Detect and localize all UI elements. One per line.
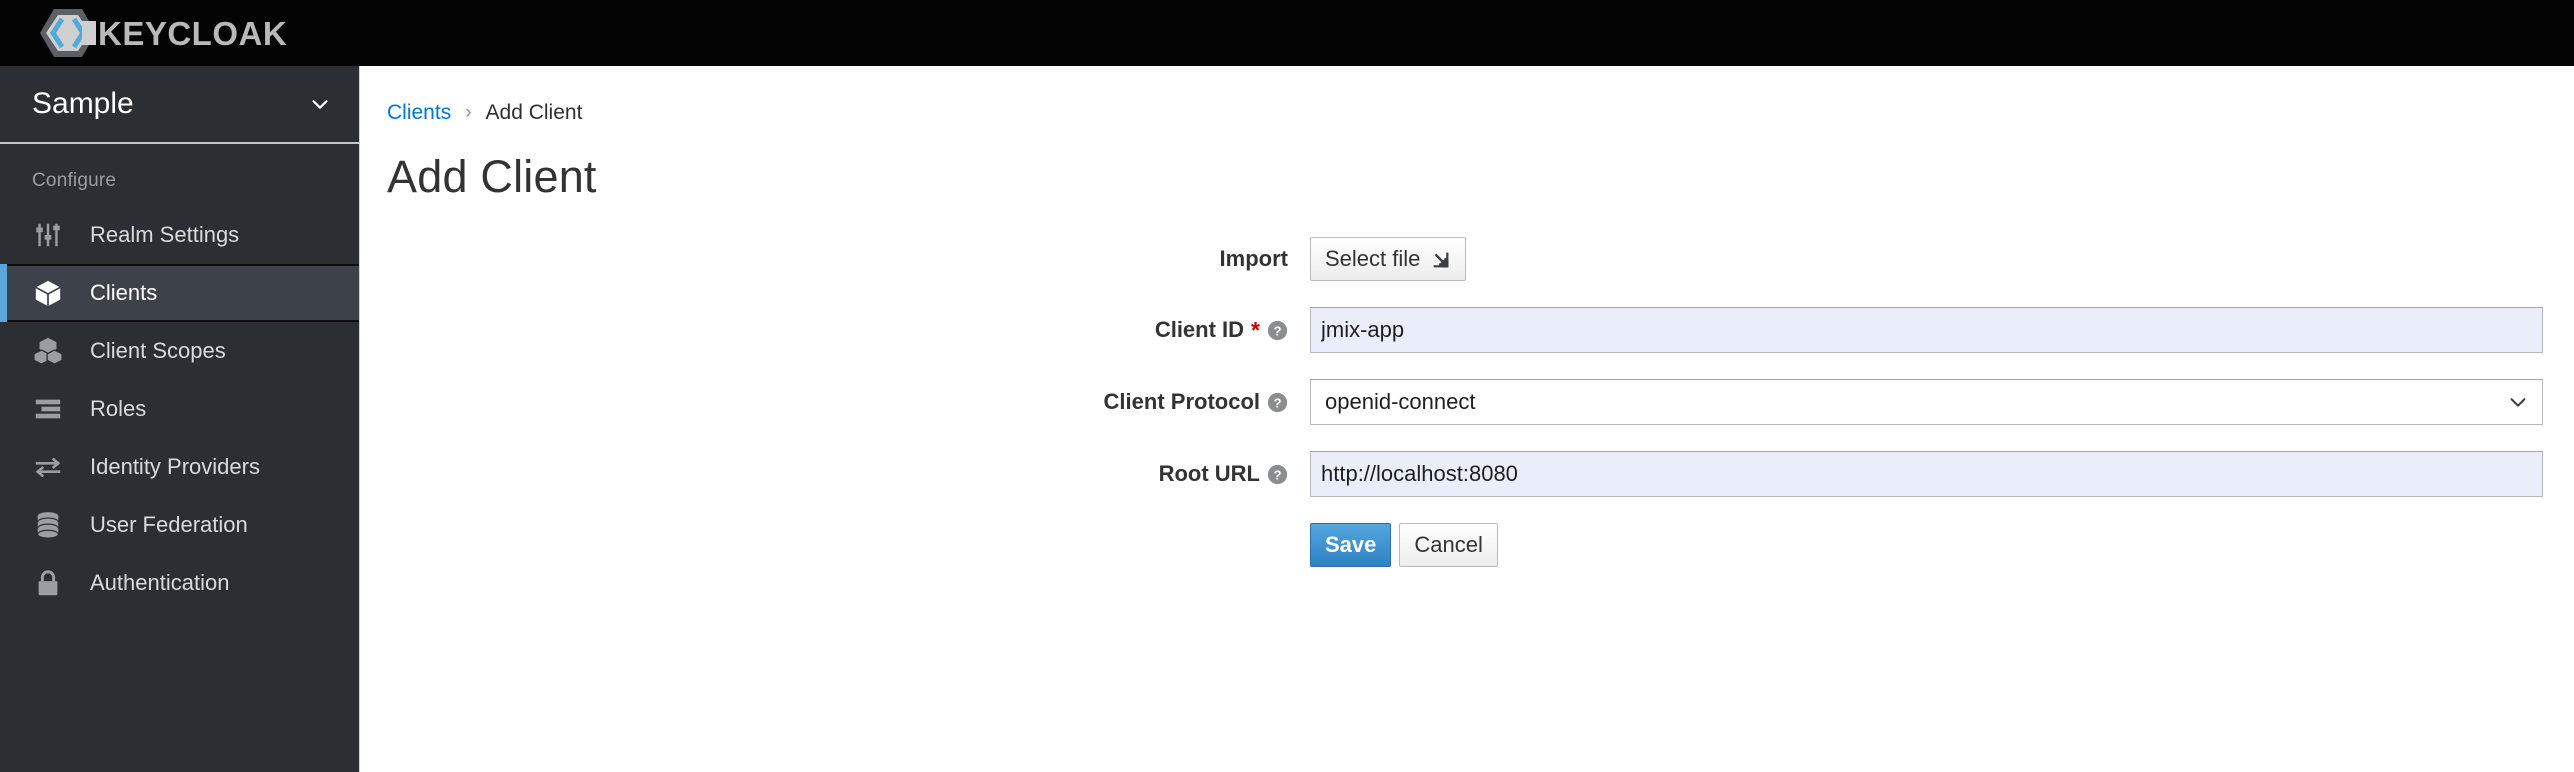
sidebar-item-label: Realm Settings <box>90 222 240 247</box>
help-circle-icon[interactable]: ? <box>1267 320 1288 341</box>
save-button[interactable]: Save <box>1310 523 1392 567</box>
root-url-label: Root URL <box>1158 461 1260 486</box>
sidebar-item-clients[interactable]: Clients <box>0 264 359 322</box>
svg-text:?: ? <box>1273 323 1281 338</box>
root-url-field <box>1310 451 2574 497</box>
sidebar-item-identity-providers[interactable]: Identity Providers <box>0 438 359 496</box>
cubes-icon <box>32 335 64 367</box>
cancel-button[interactable]: Cancel <box>1399 523 1498 567</box>
form-row-actions: Save Cancel <box>360 523 2574 567</box>
help-circle-icon[interactable]: ? <box>1267 392 1288 413</box>
actions-field: Save Cancel <box>1310 523 2574 567</box>
database-icon <box>32 509 64 541</box>
brand-name: KEYCLOAK <box>98 14 288 52</box>
required-marker: * <box>1251 316 1260 343</box>
cube-icon <box>32 277 64 309</box>
form-row-import: Import Select file <box>360 237 2574 281</box>
lock-icon <box>32 567 64 599</box>
form-row-client-id: Client ID * ? <box>360 307 2574 353</box>
sidebar-item-label: Clients <box>90 280 158 305</box>
realm-selector[interactable]: Sample <box>0 66 359 144</box>
client-id-input[interactable] <box>1310 307 2543 353</box>
masthead: KEYCLOAK <box>0 0 2574 66</box>
form-actions: Save Cancel <box>1310 523 2543 567</box>
page-title: Add Client <box>387 151 597 202</box>
sidebar: Sample Configure Realm Settings Clients … <box>0 66 360 772</box>
breadcrumb-current: Add Client <box>485 101 583 124</box>
client-id-label: Client ID <box>1154 317 1245 342</box>
svg-text:?: ? <box>1273 467 1281 482</box>
client-protocol-select-wrap: openid-connect <box>1310 379 2543 425</box>
sidebar-item-realm-settings[interactable]: Realm Settings <box>0 206 359 264</box>
sidebar-item-user-federation[interactable]: User Federation <box>0 496 359 554</box>
import-field: Select file <box>1310 237 2574 281</box>
keycloak-hexagon-logo-icon <box>40 9 96 57</box>
sidebar-item-client-scopes[interactable]: Client Scopes <box>0 322 359 380</box>
import-arrow-icon <box>1433 252 1449 268</box>
sidebar-item-authentication[interactable]: Authentication <box>0 554 359 612</box>
main-content: Clients › Add Client Add Client Import S… <box>360 66 2574 772</box>
client-protocol-label-group: Client Protocol ? <box>360 391 1310 413</box>
form-row-root-url: Root URL ? <box>360 451 2574 497</box>
sidebar-item-label: User Federation <box>90 512 248 537</box>
form-row-client-protocol: Client Protocol ? openid-connect <box>360 379 2574 425</box>
client-protocol-label: Client Protocol <box>1103 389 1260 414</box>
root-url-input[interactable] <box>1310 451 2543 497</box>
list-bars-icon <box>32 393 64 425</box>
select-file-label: Select file <box>1325 246 1421 271</box>
client-id-field <box>1310 307 2574 353</box>
sliders-icon <box>32 219 64 251</box>
add-client-form: Import Select file Client ID * ? jmix-ap… <box>360 203 2574 567</box>
svg-text:?: ? <box>1273 395 1281 410</box>
brand-logo[interactable]: KEYCLOAK <box>38 7 287 59</box>
keycloak-admin-console: KEYCLOAK Sample Configure Realm Settings… <box>0 0 2574 772</box>
root-url-label-group: Root URL ? <box>360 463 1310 485</box>
select-file-button[interactable]: Select file <box>1310 237 1467 281</box>
import-label: Import <box>1219 246 1288 271</box>
help-circle-icon[interactable]: ? <box>1267 464 1288 485</box>
chevron-down-icon <box>312 100 328 109</box>
breadcrumb-separator: › <box>465 102 472 123</box>
client-protocol-select[interactable]: openid-connect <box>1310 379 2543 425</box>
nav-section-label: Configure <box>32 170 117 191</box>
exchange-arrows-icon <box>32 451 64 483</box>
sidebar-item-label: Authentication <box>90 570 230 595</box>
client-protocol-field: openid-connect <box>1310 379 2574 425</box>
breadcrumb: Clients › Add Client <box>360 66 2574 125</box>
sidebar-item-label: Roles <box>90 396 147 421</box>
import-label-group: Import <box>360 248 1310 270</box>
sidebar-item-roles[interactable]: Roles <box>0 380 359 438</box>
client-id-label-group: Client ID * ? <box>360 316 1310 343</box>
nav-list: Realm Settings Clients Client Scopes Rol… <box>0 206 359 612</box>
body-row: Sample Configure Realm Settings Clients … <box>0 66 2574 772</box>
sidebar-item-label: Client Scopes <box>90 338 226 363</box>
realm-name: Sample <box>32 87 134 120</box>
breadcrumb-link-clients[interactable]: Clients <box>387 101 451 125</box>
sidebar-item-label: Identity Providers <box>90 454 260 479</box>
